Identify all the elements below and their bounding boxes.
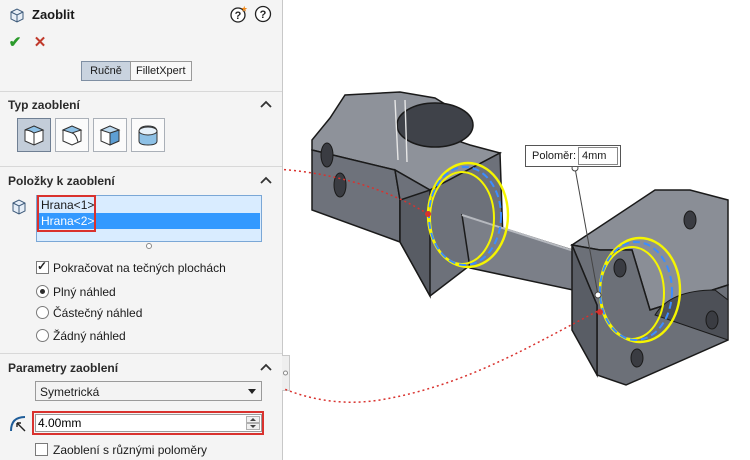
callout-value-field[interactable]: 4mm (578, 147, 618, 165)
tangent-propagation-checkbox[interactable] (36, 259, 49, 274)
fillet-feature-icon (10, 8, 24, 23)
full-preview-label: Plný náhled (53, 285, 116, 299)
property-manager-panel: Zaoblit ? ? ✔ ✕ Ručně FilletXpert Typ za… (0, 0, 283, 460)
mode-tabs: Ručně FilletXpert (81, 61, 192, 81)
divider (0, 166, 282, 167)
fillet-type-face-button[interactable] (93, 118, 127, 152)
divider (0, 91, 282, 92)
collapse-chevron-icon[interactable] (260, 363, 272, 371)
section-title-fillet-type: Typ zaoblení (8, 98, 80, 112)
panel-title: Zaoblit (32, 7, 75, 22)
list-resize-handle-icon[interactable] (145, 242, 153, 250)
cancel-button[interactable]: ✕ (31, 34, 49, 52)
edge-marker (597, 309, 603, 315)
dropdown-arrow-icon (248, 389, 256, 394)
section-title-items-to-fillet: Položky k zaoblení (8, 174, 115, 188)
callout-anchor (594, 291, 602, 299)
constant-size-fillet-icon (24, 125, 45, 146)
svg-text:?: ? (260, 9, 267, 21)
ok-button[interactable]: ✔ (6, 34, 24, 52)
help-icon[interactable]: ? (254, 5, 272, 23)
edge-selection-icon (12, 199, 26, 215)
highlight-frame (37, 195, 96, 232)
full-preview-radio[interactable] (36, 285, 49, 298)
panel-titlebar: Zaoblit ? ? (0, 0, 283, 30)
face-fillet-icon (99, 125, 121, 146)
full-round-fillet-icon (138, 125, 158, 146)
no-preview-radio[interactable] (36, 329, 49, 342)
edge-marker (425, 211, 431, 217)
graphics-viewport[interactable] (284, 0, 750, 460)
collapse-chevron-icon[interactable] (260, 100, 272, 108)
tab-manual[interactable]: Ručně (81, 61, 131, 81)
callout-label: Poloměr: (532, 150, 577, 162)
tab-filletxpert[interactable]: FilletXpert (130, 61, 192, 81)
section-title-fillet-parameters: Parametry zaoblení (8, 361, 119, 375)
fillet-type-constant-button[interactable] (17, 118, 51, 152)
divider (0, 353, 282, 354)
fillet-method-value: Symetrická (40, 385, 100, 399)
multi-radius-checkbox[interactable] (35, 443, 48, 456)
no-preview-label: Žádný náhled (53, 329, 126, 343)
fillet-method-select[interactable]: Symetrická (35, 381, 262, 401)
fillet-type-full-round-button[interactable] (131, 118, 165, 152)
radius-icon (10, 416, 26, 432)
fillet-type-variable-button[interactable] (55, 118, 89, 152)
part-flange[interactable] (570, 189, 729, 386)
tangent-propagation-label: Pokračovat na tečných plochách (53, 261, 226, 275)
highlight-frame (32, 411, 264, 435)
whats-new-help-icon[interactable]: ? (230, 5, 248, 23)
collapse-chevron-icon[interactable] (260, 176, 272, 184)
partial-preview-radio[interactable] (36, 306, 49, 319)
svg-text:?: ? (235, 10, 242, 22)
variable-size-fillet-icon (61, 125, 83, 146)
partial-preview-label: Částečný náhled (53, 306, 143, 320)
radius-callout[interactable]: Poloměr: 4mm (525, 145, 621, 167)
multi-radius-label: Zaoblení s různými poloměry (53, 443, 208, 457)
